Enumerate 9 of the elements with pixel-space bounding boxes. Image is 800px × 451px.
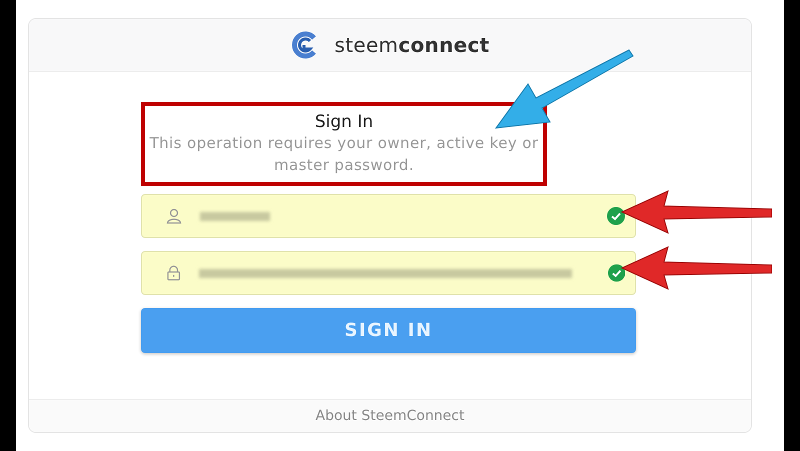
notice-message: This operation requires your owner, active key or master password. <box>148 133 540 176</box>
sign-in-button[interactable]: SIGN IN <box>141 308 636 353</box>
user-icon <box>166 208 182 224</box>
logo-text: steemconnect <box>334 33 490 57</box>
username-field[interactable] <box>141 194 636 238</box>
about-link[interactable]: About SteemConnect <box>316 408 464 424</box>
password-field[interactable] <box>141 251 636 295</box>
lock-icon <box>166 265 182 281</box>
sign-in-title: Sign In <box>314 112 374 132</box>
